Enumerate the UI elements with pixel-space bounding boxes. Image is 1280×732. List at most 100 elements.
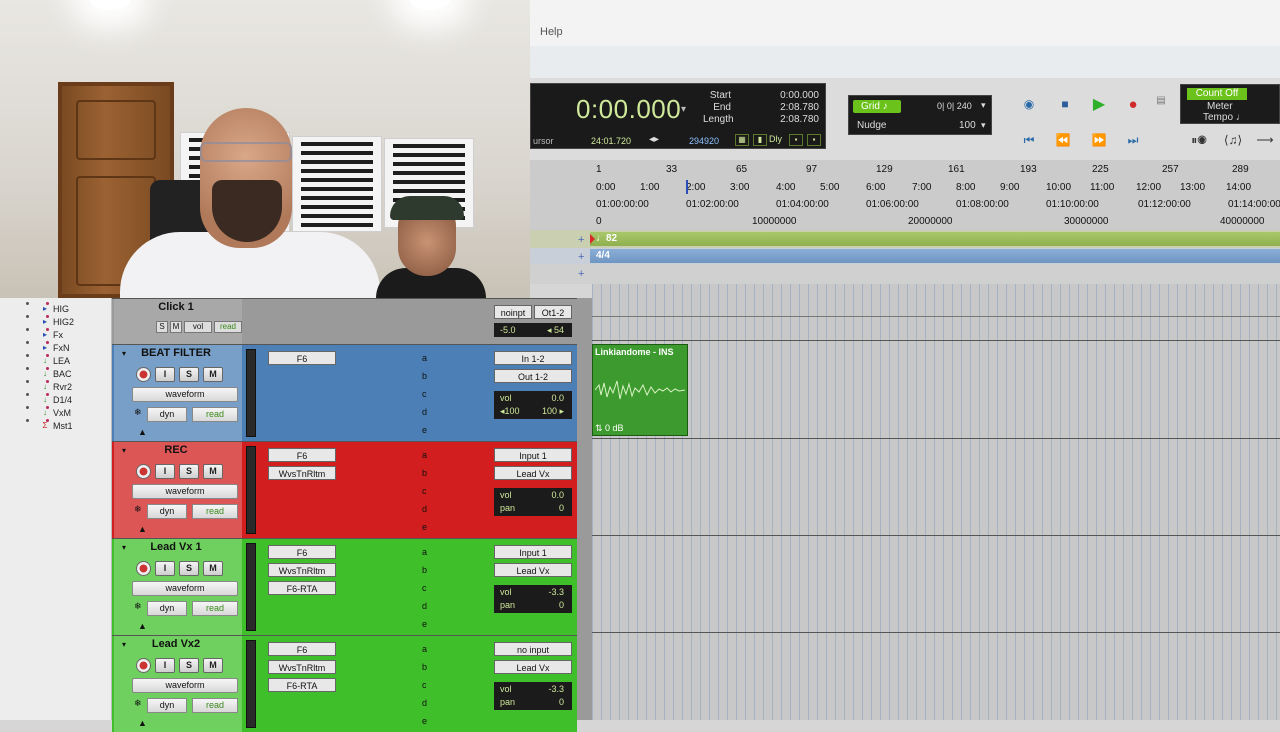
send-slot[interactable]: d [422,504,427,514]
automation-mode-select[interactable]: read [192,504,238,519]
tick-icon[interactable]: ▪ [807,134,821,146]
add-tempo-icon[interactable]: + [578,234,584,246]
input-select[interactable]: In 1-2 [494,351,572,365]
send-slot[interactable]: b [422,565,427,575]
output-select[interactable]: Ot1-2 [534,305,572,319]
output-select[interactable]: Out 1-2 [494,369,572,383]
dyn-button[interactable]: dyn [147,407,187,422]
input-monitor-button[interactable]: I [155,658,175,673]
input-select[interactable]: Input 1 [494,448,572,462]
output-select[interactable]: Lead Vx [494,563,572,577]
volume-pan-box[interactable]: vol 0.0 pan 0 [494,488,572,516]
send-slot[interactable]: b [422,371,427,381]
main-counter-value[interactable]: 0:00.000 [576,94,681,125]
grid-button[interactable]: Grid ♪ [853,100,901,113]
scroll-icon[interactable]: ▤ [1150,90,1172,110]
insert-slot[interactable]: F6-RTA [268,581,336,595]
rewind-button[interactable]: ⏪ [1052,130,1074,150]
grid-value[interactable]: 0| 0| 240 [937,101,972,111]
volume-pan-box[interactable]: vol -3.3 pan 0 [494,585,572,613]
playhead-marker[interactable] [686,180,696,194]
menu-help[interactable]: Help [540,26,563,38]
view-select[interactable]: waveform [132,678,238,693]
send-slot[interactable]: d [422,698,427,708]
insert-slot[interactable]: F6 [268,448,336,462]
snowflake-icon[interactable]: ❄ [134,504,142,515]
insert-slot[interactable]: WvsTnRltm [268,660,336,674]
tempo-label[interactable]: Tempo ♩ [1203,112,1246,123]
input-select[interactable]: no input [494,642,572,656]
solo-button[interactable]: S [156,321,168,333]
track-1[interactable]: BEAT FILTER I S Mwaveform dyn read ❄ ▲ ▾ F6 a b c d e I… [112,344,577,441]
automation-mode-select[interactable]: read [192,407,238,422]
automation-mode-select[interactable]: read [192,698,238,713]
meter-label[interactable]: Meter [1207,101,1233,112]
mute-button[interactable]: M [203,658,223,673]
send-slot[interactable]: c [422,389,427,399]
dyn-button[interactable]: dyn [147,601,187,616]
insert-slot[interactable]: F6 [268,351,336,365]
volume-pan-box[interactable]: vol 0.0 ◂100 100 ▸ [494,391,572,419]
output-select[interactable]: Lead Vx [494,660,572,674]
mute-button[interactable]: M [203,367,223,382]
output-select[interactable]: Lead Vx [494,466,572,480]
delay-toggle[interactable]: Dly [769,134,782,144]
track-list-item[interactable]: ↓ Rvr2 [40,380,72,393]
midi-merge-icon[interactable]: ⏸◉ [1186,130,1212,150]
minsec-ruler[interactable]: 0:00 1:00 2:00 3:00 4:00 5:00 6:00 7:00 … [530,180,1280,196]
arrow-icon[interactable]: ⟶ [1254,130,1276,150]
send-slot[interactable]: e [422,425,427,435]
meter-ruler[interactable]: 4/4 [530,248,1280,264]
rulers[interactable]: 1 33 65 97 129 161 193 225 257 289 0:00 … [530,160,1280,230]
grid-toggle-icon[interactable]: ▦ [735,134,749,146]
volume-box[interactable]: -5.0 ◂ 54 [494,323,572,337]
chevron-down-icon[interactable]: ▾ [981,100,986,111]
input-monitor-button[interactable]: I [155,464,175,479]
insert-slot[interactable]: F6 [268,642,336,656]
read-button[interactable]: read [214,321,242,333]
send-slot[interactable]: a [422,547,427,557]
tuner-icon[interactable]: ▲ [138,524,147,534]
solo-button[interactable]: S [179,561,199,576]
loop-icon[interactable]: ⟨♫⟩ [1218,130,1248,150]
samples-ruler[interactable]: 0 10000000 20000000 30000000 40000000 [530,214,1280,230]
send-slot[interactable]: a [422,644,427,654]
tuner-icon[interactable]: ▲ [138,621,147,631]
view-select[interactable]: waveform [132,581,238,596]
track-2[interactable]: REC I S Mwaveform dyn read ❄ ▲ ▾ F6 WvsTnRltm a b c d e… [112,441,577,538]
chevron-down-icon[interactable]: ▾ [122,543,126,552]
stop-button[interactable]: ■ [1054,94,1076,114]
edit-timeline[interactable] [592,284,1280,720]
online-icon[interactable]: ◉ [1018,94,1040,114]
lock-icon[interactable]: ▮ [753,134,767,146]
view-select[interactable]: waveform [132,387,238,402]
timecode-ruler[interactable]: 01:00:00:00 01:02:00:00 01:04:00:00 01:0… [530,197,1280,213]
input-monitor-button[interactable]: I [155,367,175,382]
add-meter-icon[interactable]: + [578,251,584,263]
track-list-item[interactable]: ▸ FxN [40,341,70,354]
track-list-item[interactable]: Σ Mst1 [40,419,73,432]
send-slot[interactable]: e [422,716,427,726]
tempo-ruler[interactable]: ♩82 [530,230,1280,248]
send-slot[interactable]: c [422,583,427,593]
insert-slot[interactable]: WvsTnRltm [268,466,336,480]
solo-button[interactable]: S [179,367,199,382]
play-button[interactable]: ▶ [1088,94,1110,114]
send-slot[interactable]: e [422,619,427,629]
mute-button[interactable]: M [203,464,223,479]
track-list-item[interactable]: ▸ HIG [40,302,69,315]
track-name[interactable]: Lead Vx 1 [112,541,240,553]
chevron-down-icon[interactable]: ▾ [122,446,126,455]
record-arm-button[interactable] [136,561,151,576]
send-slot[interactable]: c [422,486,427,496]
track-name[interactable]: Lead Vx2 [112,638,240,650]
send-slot[interactable]: b [422,468,427,478]
track-list-item[interactable]: ▸ HIG2 [40,315,74,328]
return-to-zero-button[interactable]: ⏮ [1018,130,1040,150]
tempo-marker-icon[interactable] [590,234,595,244]
record-button[interactable]: ● [1122,94,1144,114]
selection-values[interactable]: 0:00.000 2:08.780 2:08.780 [753,90,819,126]
track-list-item[interactable]: ↓ LEA [40,354,70,367]
insert-slot[interactable]: F6 [268,545,336,559]
track-list-item[interactable]: ▸ Fx [40,328,63,341]
